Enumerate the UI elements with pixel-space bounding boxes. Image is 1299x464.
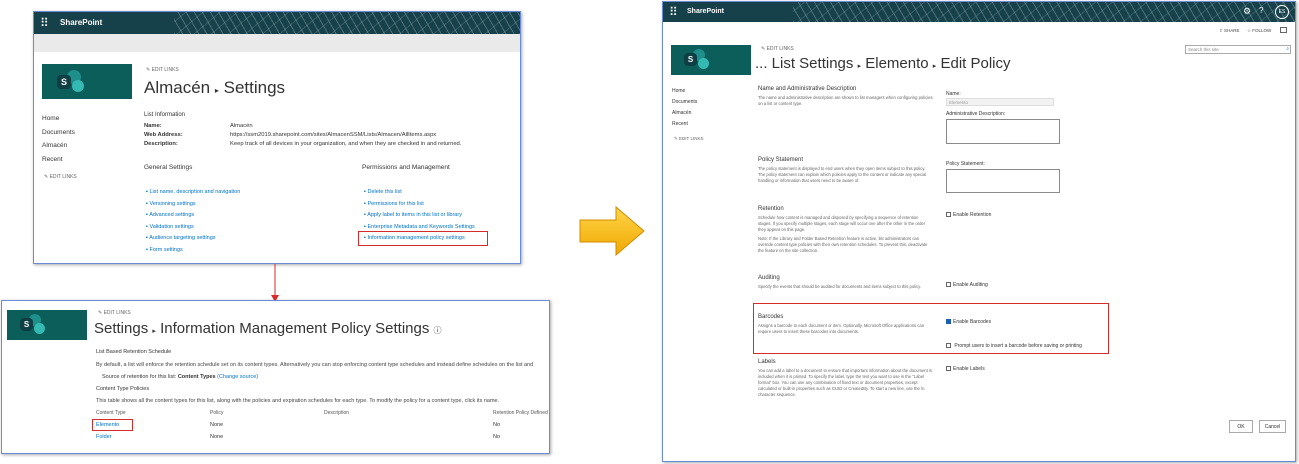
site-logo[interactable]: S bbox=[671, 45, 751, 75]
enable-labels-checkbox[interactable]: Enable Labels bbox=[946, 366, 985, 372]
link-advanced[interactable]: ▪ Advanced settings bbox=[146, 210, 240, 222]
search-icon[interactable]: ⌕ bbox=[1286, 46, 1289, 52]
quick-launch: Home Documents Almacén Recent bbox=[672, 86, 697, 130]
nav-item-documents[interactable]: Documents bbox=[672, 97, 697, 108]
section-auditing: Auditing Specify the events that should … bbox=[758, 275, 922, 289]
table-row-elemento-ret: No bbox=[493, 422, 501, 428]
enable-retention-checkbox[interactable]: Enable Retention bbox=[946, 212, 991, 218]
link-list-name[interactable]: ▪ List name, description and navigation bbox=[146, 187, 240, 199]
enable-auditing-checkbox[interactable]: Enable Auditing bbox=[946, 282, 988, 288]
page-title: ... List Settings ▸ Elemento ▸ Edit Poli… bbox=[755, 55, 1011, 72]
help-icon[interactable]: ? bbox=[1259, 6, 1263, 15]
change-source-link[interactable]: (Change source) bbox=[217, 374, 258, 380]
highlight-info-policy bbox=[358, 231, 488, 246]
name-field[interactable]: Elemento bbox=[946, 98, 1054, 106]
nav-item-almacen[interactable]: Almacén bbox=[672, 108, 697, 119]
list-settings-panel: ⠿ SharePoint S ✎ EDIT LINKS Almacén ▸ Se… bbox=[33, 11, 521, 264]
checkbox-icon bbox=[946, 212, 951, 218]
site-logo[interactable]: S bbox=[42, 64, 132, 99]
checkbox-icon bbox=[946, 282, 951, 288]
col-description: Description bbox=[324, 410, 350, 416]
general-settings-links: ▪ List name, description and navigation … bbox=[146, 187, 240, 256]
big-arrow bbox=[579, 205, 645, 257]
page-title: Almacén ▸ Settings bbox=[144, 78, 286, 97]
focus-icon[interactable] bbox=[1280, 27, 1287, 33]
brand-label[interactable]: SharePoint bbox=[687, 8, 724, 15]
edit-links-nav[interactable]: ✎ EDIT LINKS bbox=[44, 174, 77, 180]
edit-links-top[interactable]: ✎ EDIT LINKS bbox=[98, 310, 131, 316]
col-policy: Policy bbox=[210, 410, 224, 416]
info-icon: ⓘ bbox=[433, 326, 442, 335]
admin-desc-textarea[interactable] bbox=[946, 119, 1060, 144]
search-box[interactable]: Search this site ⌕ bbox=[1185, 45, 1291, 54]
link-apply-label[interactable]: ▪ Apply label to items in this list or l… bbox=[364, 210, 475, 222]
waffle-icon[interactable]: ⠿ bbox=[40, 17, 49, 29]
link-permissions[interactable]: ▪ Permissions for this list bbox=[364, 199, 475, 211]
policy-settings-panel: S ✎ EDIT LINKS Settings ▸ Information Ma… bbox=[1, 300, 550, 454]
nav-item-recent[interactable]: Recent bbox=[672, 119, 697, 130]
checkbox-icon bbox=[946, 366, 951, 372]
share-button[interactable]: ⇪ SHARE bbox=[1219, 28, 1240, 34]
ctp-text: This table shows all the content types f… bbox=[96, 398, 500, 404]
edit-policy-panel: ⠿ SharePoint ⚙ ? ES ⇪ SHARE ☆ FOLLOW S ✎… bbox=[662, 1, 1296, 462]
col-content-type: Content Type bbox=[96, 410, 126, 416]
page-title: Settings ▸ Information Management Policy… bbox=[94, 320, 442, 337]
suite-bar: ⠿ SharePoint bbox=[34, 12, 520, 34]
admin-desc-label: Administrative Description: bbox=[946, 111, 1006, 117]
section-labels: Labels You can add a label to a document… bbox=[758, 359, 932, 397]
policy-statement-label: Policy Statement: bbox=[946, 161, 985, 167]
avatar[interactable]: ES bbox=[1275, 5, 1289, 19]
settings-gear-icon[interactable]: ⚙ bbox=[1243, 6, 1251, 17]
waffle-icon[interactable]: ⠿ bbox=[669, 6, 678, 18]
col-retention: Retention Policy Defined bbox=[493, 410, 548, 416]
suite-bar: ⠿ SharePoint ⚙ ? ES bbox=[663, 2, 1295, 22]
link-validation[interactable]: ▪ Validation settings bbox=[146, 222, 240, 234]
link-audience[interactable]: ▪ Audience targeting settings bbox=[146, 233, 240, 245]
name-label: Name: bbox=[946, 91, 961, 97]
cancel-button[interactable]: Cancel bbox=[1259, 420, 1286, 433]
highlight-elemento bbox=[92, 419, 133, 431]
permissions-heading: Permissions and Management bbox=[362, 164, 450, 171]
nav-item-home[interactable]: Home bbox=[672, 86, 697, 97]
nav-item-recent[interactable]: Recent bbox=[42, 153, 75, 167]
nav-item-home[interactable]: Home bbox=[42, 112, 75, 126]
list-info-rows: Name: Almacén Web Address: https://ssm2019… bbox=[144, 123, 462, 147]
brand-label[interactable]: SharePoint bbox=[60, 18, 102, 27]
general-settings-heading: General Settings bbox=[144, 164, 193, 171]
section-retention: Retention Schedule how content is manage… bbox=[758, 206, 928, 253]
table-row-folder-policy: None bbox=[210, 434, 224, 440]
link-versioning[interactable]: ▪ Versioning settings bbox=[146, 199, 240, 211]
table-row-folder-type[interactable]: Folder bbox=[96, 434, 112, 440]
schedule-heading: List Based Retention Schedule bbox=[96, 349, 172, 355]
list-info-heading: List Information bbox=[144, 112, 186, 118]
nav-item-documents[interactable]: Documents bbox=[42, 126, 75, 140]
highlight-barcodes bbox=[753, 303, 1109, 354]
ctp-heading: Content Type Policies bbox=[96, 386, 150, 392]
ok-button[interactable]: OK bbox=[1229, 420, 1253, 433]
retention-source: Source of retention for this list: Conte… bbox=[102, 374, 259, 380]
follow-button[interactable]: ☆ FOLLOW bbox=[1247, 28, 1271, 34]
section-name: Name and Administrative Description The … bbox=[758, 86, 933, 106]
nav-item-almacen[interactable]: Almacén bbox=[42, 139, 75, 153]
quick-launch: Home Documents Almacén Recent bbox=[42, 112, 75, 166]
policy-statement-textarea[interactable] bbox=[946, 169, 1060, 193]
section-policy: Policy Statement The policy statement is… bbox=[758, 157, 927, 183]
edit-links-top[interactable]: ✎ EDIT LINKS bbox=[761, 46, 794, 52]
link-delete-list[interactable]: ▪ Delete this list bbox=[364, 187, 475, 199]
edit-links-top[interactable]: ✎ EDIT LINKS bbox=[146, 67, 179, 73]
table-row-folder-ret: No bbox=[493, 434, 501, 440]
command-bar bbox=[34, 34, 520, 52]
table-row-elemento-policy: None bbox=[210, 422, 224, 428]
edit-links-nav[interactable]: ✎ EDIT LINKS bbox=[674, 136, 703, 142]
connector-arrow bbox=[271, 264, 279, 302]
schedule-text: By default, a list will enforce the rete… bbox=[96, 362, 534, 368]
site-logo[interactable]: S bbox=[7, 310, 87, 340]
link-form[interactable]: ▪ Form settings bbox=[146, 245, 240, 257]
